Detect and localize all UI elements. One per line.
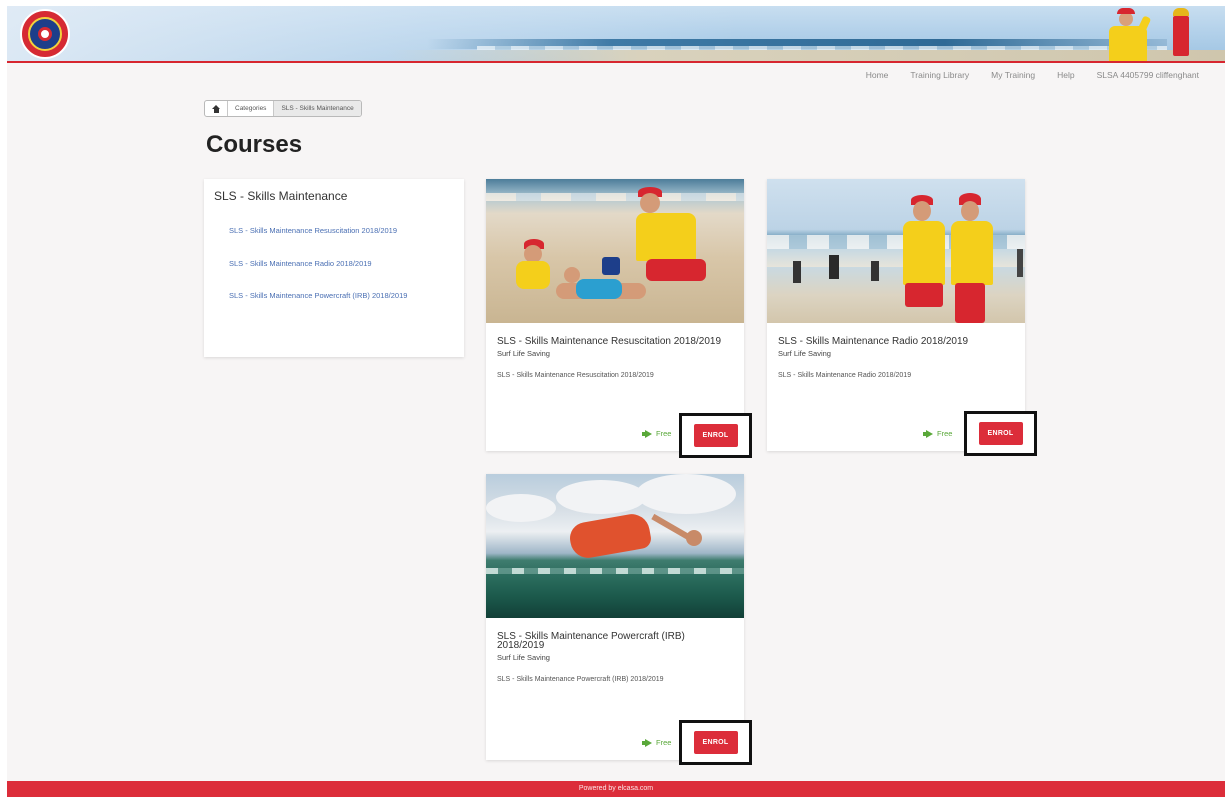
arrow-right-icon — [923, 429, 933, 438]
arrow-right-icon — [642, 429, 652, 438]
course-image-resuscitation — [486, 179, 744, 323]
price-label: Free — [937, 429, 953, 438]
home-icon — [212, 104, 220, 113]
sidebar-item-powercraft[interactable]: SLS - Skills Maintenance Powercraft (IRB… — [229, 289, 419, 303]
nav-my-training[interactable]: My Training — [991, 70, 1035, 80]
course-description: SLS - Skills Maintenance Powercraft (IRB… — [497, 676, 664, 683]
top-nav: Home Training Library My Training Help S… — [866, 70, 1199, 80]
course-title[interactable]: SLS - Skills Maintenance Powercraft (IRB… — [497, 632, 733, 651]
course-organisation: Surf Life Saving — [778, 349, 831, 358]
course-price: Free — [642, 429, 672, 438]
category-sidebar: SLS - Skills Maintenance SLS - Skills Ma… — [204, 179, 464, 357]
course-title[interactable]: SLS - Skills Maintenance Resuscitation 2… — [497, 337, 733, 347]
course-card-body: SLS - Skills Maintenance Resuscitation 2… — [486, 323, 744, 382]
course-title[interactable]: SLS - Skills Maintenance Radio 2018/2019 — [778, 337, 1014, 347]
course-card-radio[interactable]: SLS - Skills Maintenance Radio 2018/2019… — [767, 179, 1037, 456]
breadcrumb-categories[interactable]: Categories — [228, 101, 275, 116]
nav-home[interactable]: Home — [866, 70, 889, 80]
price-label: Free — [656, 738, 672, 747]
course-price: Free — [642, 738, 672, 747]
course-description: SLS - Skills Maintenance Resuscitation 2… — [497, 372, 654, 379]
enrol-highlight: ENROL — [964, 411, 1037, 456]
sidebar-item-radio[interactable]: SLS - Skills Maintenance Radio 2018/2019 — [229, 257, 419, 271]
surf-life-saving-logo-icon[interactable] — [20, 9, 70, 59]
page-frame: Home Training Library My Training Help S… — [7, 6, 1225, 797]
enrol-button[interactable]: ENROL — [693, 424, 738, 447]
course-organisation: Surf Life Saving — [497, 653, 550, 662]
nav-user-account[interactable]: SLSA 4405799 cliffenghant — [1097, 70, 1199, 80]
course-card-resuscitation[interactable]: SLS - Skills Maintenance Resuscitation 2… — [486, 179, 752, 458]
course-image-radio — [767, 179, 1025, 323]
banner-lifeguard-image — [1099, 8, 1153, 61]
page-title: Courses — [206, 131, 303, 158]
price-label: Free — [656, 429, 672, 438]
course-image-powercraft — [486, 474, 744, 618]
course-price: Free — [923, 429, 953, 438]
sidebar-item-resuscitation[interactable]: SLS - Skills Maintenance Resuscitation 2… — [229, 224, 419, 238]
course-card-powercraft[interactable]: SLS - Skills Maintenance Powercraft (IRB… — [486, 474, 752, 765]
sidebar-title: SLS - Skills Maintenance — [214, 189, 348, 203]
breadcrumb-current[interactable]: SLS - Skills Maintenance — [274, 101, 361, 116]
course-card-body: SLS - Skills Maintenance Powercraft (IRB… — [486, 618, 744, 686]
breadcrumb: Categories SLS - Skills Maintenance — [204, 100, 362, 117]
footer-powered-by[interactable]: Powered by elcasa.com — [579, 785, 653, 792]
enrol-highlight: ENROL — [679, 720, 752, 765]
footer: Powered by elcasa.com — [7, 781, 1225, 797]
sidebar-list: SLS - Skills Maintenance Resuscitation 2… — [229, 224, 419, 303]
banner-flag-image — [1167, 8, 1197, 61]
breadcrumb-home[interactable] — [205, 101, 228, 116]
nav-help[interactable]: Help — [1057, 70, 1074, 80]
enrol-button[interactable]: ENROL — [978, 422, 1023, 445]
enrol-button[interactable]: ENROL — [693, 731, 738, 754]
nav-training-library[interactable]: Training Library — [910, 70, 969, 80]
enrol-highlight: ENROL — [679, 413, 752, 458]
header-banner — [7, 6, 1225, 63]
course-description: SLS - Skills Maintenance Radio 2018/2019 — [778, 372, 912, 379]
course-organisation: Surf Life Saving — [497, 349, 550, 358]
arrow-right-icon — [642, 738, 652, 747]
course-card-body: SLS - Skills Maintenance Radio 2018/2019… — [767, 323, 1025, 382]
